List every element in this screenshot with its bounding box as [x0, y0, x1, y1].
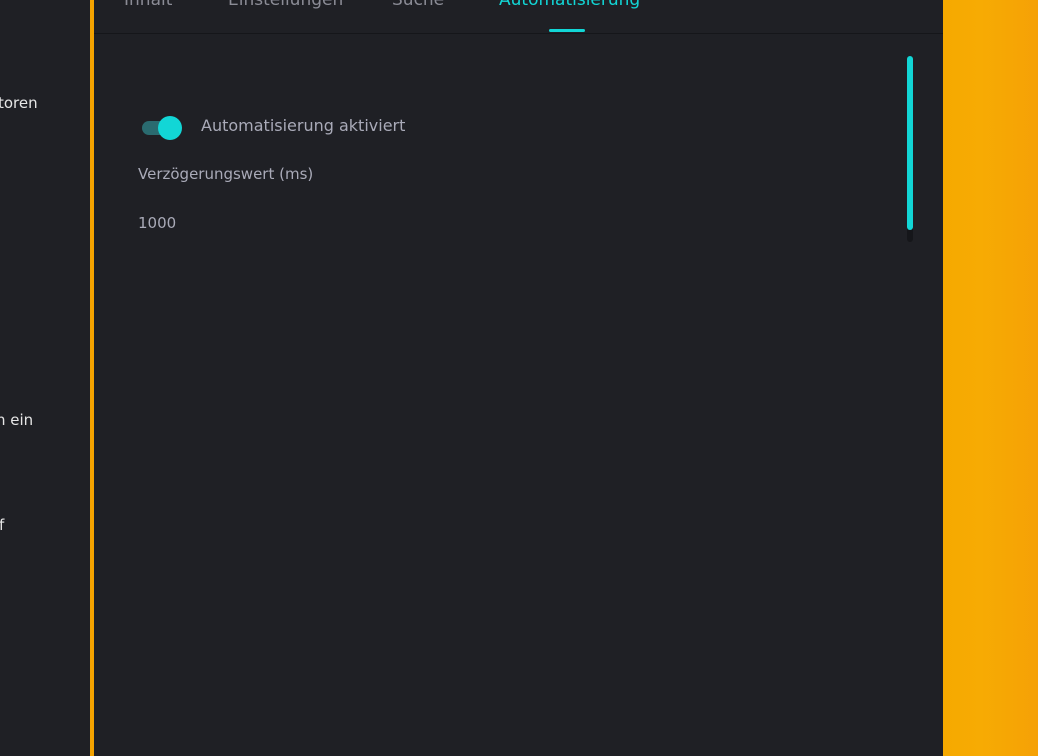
sidebar-item-label[interactable]: n ein: [0, 411, 33, 429]
scrollbar-track[interactable]: [907, 56, 913, 242]
tab-einstellungen[interactable]: Einstellungen: [228, 0, 343, 10]
delay-field-label: Verzögerungswert (ms): [138, 165, 314, 183]
sidebar-item-label[interactable]: f: [0, 516, 4, 534]
app-window: toren n ein f Inhalt Einstellungen Suche…: [0, 0, 1038, 756]
settings-dialog: Inhalt Einstellungen Suche Automatisieru…: [94, 0, 943, 756]
sidebar-item-label[interactable]: toren: [0, 94, 38, 112]
tab-bar: Inhalt Einstellungen Suche Automatisieru…: [94, 0, 943, 34]
automation-toggle[interactable]: [140, 116, 184, 140]
left-sidebar: toren n ein f: [0, 0, 90, 756]
delay-input[interactable]: [138, 212, 838, 234]
active-tab-indicator: [549, 29, 585, 32]
automation-toggle-label: Automatisierung aktiviert: [201, 116, 406, 135]
tab-suche[interactable]: Suche: [392, 0, 444, 10]
scrollbar-thumb[interactable]: [907, 56, 913, 230]
tab-automatisierung[interactable]: Automatisierung: [499, 0, 640, 10]
tab-inhalt[interactable]: Inhalt: [124, 0, 172, 10]
background-orange: [943, 0, 1038, 756]
toggle-knob: [158, 116, 182, 140]
